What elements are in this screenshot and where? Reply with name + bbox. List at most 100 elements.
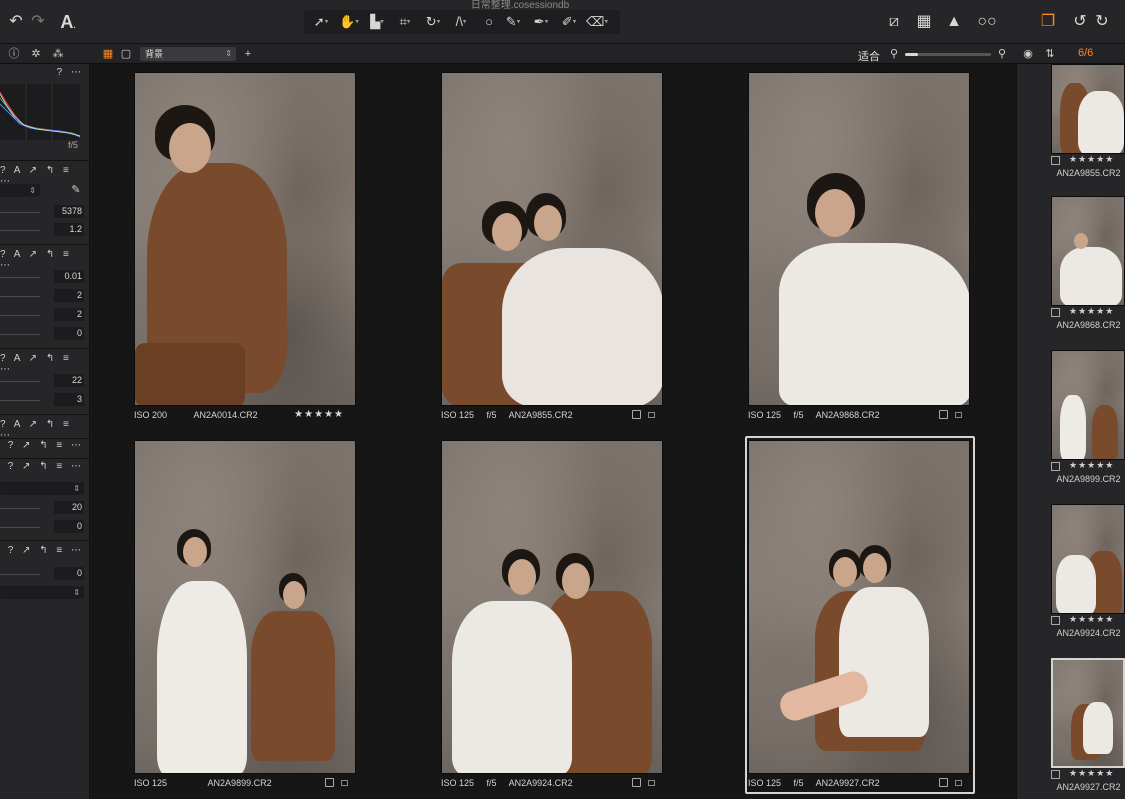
slider-row[interactable]: 2 — [0, 308, 89, 322]
info-icon[interactable]: ⓘ — [6, 46, 22, 62]
rotate-right-icon[interactable]: ↻ — [1092, 12, 1112, 32]
zoom-in-icon[interactable]: ⚲ — [994, 46, 1010, 62]
panel-header-icons[interactable]: ? A ↗ ↰ ≡ ⋯ — [0, 249, 84, 271]
slider-row[interactable]: 0 — [0, 567, 89, 581]
filmstrip-thumbnail[interactable] — [1051, 350, 1125, 460]
slider-row[interactable]: 3 — [0, 393, 89, 407]
pen-icon[interactable]: ✒▾ — [528, 12, 554, 32]
redo-icon[interactable]: ↷ — [28, 12, 48, 32]
single-view-icon[interactable]: ▢ — [118, 46, 134, 62]
filmstrip-item-4[interactable]: ★★★★★ AN2A9924.CR2 — [1051, 504, 1125, 642]
select-checkbox[interactable] — [1051, 156, 1060, 165]
slider-row[interactable]: 2 — [0, 289, 89, 303]
rotate-icon[interactable]: ↻▾ — [420, 12, 446, 32]
adjustments-icon[interactable]: ⁂ — [50, 46, 66, 62]
overlay-icon[interactable]: ⧄ — [884, 12, 904, 32]
gradient-icon[interactable]: ⌫▾ — [584, 12, 610, 32]
slider-value[interactable]: 0 — [54, 327, 84, 340]
star-rating[interactable]: ★★★★★ — [1069, 460, 1114, 471]
histogram-header-icons[interactable]: ? ⋯ — [57, 67, 84, 78]
select-checkbox[interactable] — [939, 778, 948, 787]
slider-row[interactable]: 0 — [0, 327, 89, 341]
slider-track[interactable] — [0, 277, 40, 278]
photo-thumbnail[interactable] — [134, 440, 356, 774]
eyedropper-icon[interactable]: ✎ — [68, 182, 84, 198]
select-checkbox[interactable] — [939, 410, 948, 419]
select-checkbox[interactable] — [632, 410, 641, 419]
photo-thumbnail[interactable] — [441, 440, 663, 774]
photo-thumbnail[interactable] — [748, 440, 970, 774]
slider-value[interactable]: 3 — [54, 393, 84, 406]
filmstrip-thumbnail[interactable] — [1051, 504, 1125, 614]
slider-value[interactable]: 2 — [54, 289, 84, 302]
filmstrip-thumbnail[interactable] — [1051, 196, 1125, 306]
panel-header-icons[interactable]: ? ↗ ↰ ≡ ⋯ — [8, 545, 84, 556]
grid-icon[interactable]: ▦ — [914, 12, 934, 32]
grid-view-icon[interactable]: ▦ — [100, 46, 116, 62]
slider-value[interactable]: 0.01 — [54, 270, 84, 283]
slider-track[interactable] — [0, 315, 40, 316]
slider-track[interactable] — [0, 212, 40, 213]
glasses-icon[interactable]: ○○ — [974, 12, 1000, 32]
spot-circle-icon[interactable]: ○ — [476, 12, 502, 32]
settings-gear-icon[interactable]: ✲ — [28, 46, 44, 62]
slider-value[interactable]: 0 — [54, 567, 84, 580]
star-rating[interactable]: ★★★★★ — [1069, 154, 1114, 165]
sort-icon[interactable]: ⇅ — [1042, 46, 1058, 62]
zoom-slider[interactable] — [905, 53, 991, 56]
thumbnail-1[interactable]: ISO 200 AN2A0014.CR2 ★★★★★ — [134, 72, 362, 424]
pan-hand-icon[interactable]: ✋▾ — [336, 12, 362, 32]
undo-icon[interactable]: ↶ — [6, 12, 26, 32]
filmstrip-item-2[interactable]: ★★★★★ AN2A9868.CR2 — [1051, 196, 1125, 334]
zoom-fit-label[interactable]: 适合 — [858, 48, 880, 64]
thumbnail-2[interactable]: ISO 125 f/5 AN2A9855.CR2 — [441, 72, 669, 424]
select-checkbox[interactable] — [1051, 770, 1060, 779]
slider-value[interactable]: 0 — [54, 520, 84, 533]
select-cursor-icon[interactable]: ➚▾ — [308, 12, 334, 32]
slider-track[interactable] — [0, 381, 40, 382]
layers-icon[interactable]: ❐ — [1038, 12, 1058, 32]
slider-track[interactable] — [0, 574, 40, 575]
slider-row[interactable]: 5378 — [0, 205, 89, 219]
slider-row[interactable]: 1.2 — [0, 223, 89, 237]
add-layer-icon[interactable]: + — [240, 46, 256, 62]
thumbnail-4[interactable]: ISO 125 AN2A9899.CR2 — [134, 440, 362, 792]
rotate-left-icon[interactable]: ↺ — [1070, 12, 1090, 32]
thumbnail-6[interactable]: ISO 125 f/5 AN2A9927.CR2 — [748, 440, 976, 792]
filmstrip-item-5[interactable]: ★★★★★ AN2A9927.CR2 — [1051, 658, 1125, 796]
slider-track[interactable] — [0, 400, 40, 401]
text-tool-icon[interactable]: A. — [58, 12, 78, 32]
star-rating[interactable]: ★★★★★ — [294, 406, 344, 424]
select-checkbox[interactable] — [1051, 308, 1060, 317]
stack-icon[interactable]: ▙▾ — [364, 12, 390, 32]
panel-header-icons[interactable]: ? ↗ ↰ ≡ ⋯ — [8, 461, 84, 472]
select-checkbox[interactable] — [325, 778, 334, 787]
select-checkbox[interactable] — [632, 778, 641, 787]
layer-select[interactable]: 背景 ⇕ — [140, 47, 236, 61]
slider-track[interactable] — [0, 334, 40, 335]
photo-thumbnail[interactable] — [748, 72, 970, 406]
slider-value[interactable]: 20 — [54, 501, 84, 514]
filmstrip-thumbnail[interactable] — [1051, 64, 1125, 154]
slider-row[interactable]: 20 — [0, 501, 89, 515]
keystone-icon[interactable]: /\▾ — [448, 12, 474, 32]
wb-mode-select[interactable]: ⇕ — [0, 184, 40, 197]
slider-track[interactable] — [0, 296, 40, 297]
thumbnail-3[interactable]: ISO 125 f/5 AN2A9868.CR2 — [748, 72, 976, 424]
star-rating[interactable]: ★★★★★ — [1069, 768, 1114, 779]
slider-track[interactable] — [0, 527, 40, 528]
panel-header-icons[interactable]: ? ↗ ↰ ≡ ⋯ — [8, 440, 84, 451]
warning-icon[interactable]: ▲ — [944, 12, 964, 32]
zoom-out-icon[interactable]: ⚲ — [886, 46, 902, 62]
slider-value[interactable]: 5378 — [54, 205, 84, 218]
slider-row[interactable]: 0.01 — [0, 270, 89, 284]
crop-icon[interactable]: ⌗▾ — [392, 12, 418, 32]
filmstrip-item-1[interactable]: ★★★★★ AN2A9855.CR2 — [1051, 64, 1125, 182]
select-checkbox[interactable] — [1051, 616, 1060, 625]
preset-select[interactable]: ⇕ — [0, 482, 84, 495]
slider-value[interactable]: 22 — [54, 374, 84, 387]
brush-icon[interactable]: ✎▾ — [500, 12, 526, 32]
slider-value[interactable]: 1.2 — [54, 223, 84, 236]
slider-row[interactable]: 22 — [0, 374, 89, 388]
photo-thumbnail[interactable] — [441, 72, 663, 406]
